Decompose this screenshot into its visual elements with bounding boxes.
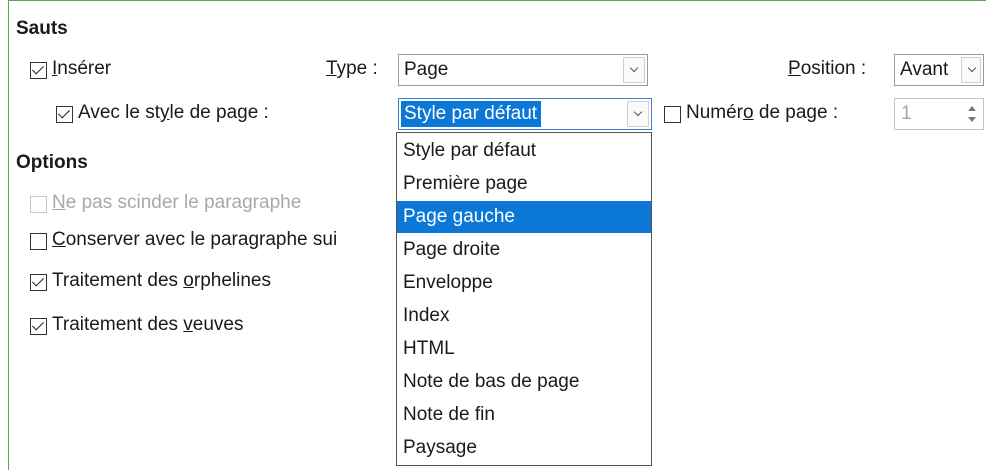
insert-checkbox[interactable] (30, 62, 47, 79)
page-style-dropdown-list[interactable]: Style par défaut Première page Page gauc… (396, 132, 652, 466)
page-number-label[interactable]: Numéro de page : (686, 102, 838, 124)
keep-paragraph-label: Ne pas scinder le paragraphe (52, 192, 302, 213)
orphans-checkbox[interactable] (30, 274, 47, 291)
insert-label[interactable]: Insérer (52, 58, 111, 80)
chevron-down-icon[interactable] (961, 57, 981, 83)
dropdown-item[interactable]: Style par défaut (397, 135, 651, 167)
chevron-down-icon[interactable] (968, 117, 976, 122)
widows-label[interactable]: Traitement des veuves (52, 314, 244, 336)
page-style-value: Style par défaut (401, 101, 542, 127)
position-label: Position : (788, 58, 867, 79)
keep-with-next-label[interactable]: Conserver avec le paragraphe sui (52, 229, 337, 251)
page-number-spinbox[interactable]: 1 (894, 98, 984, 130)
dropdown-item[interactable]: Première page (397, 168, 651, 200)
dropdown-item-highlighted[interactable]: Page gauche (397, 201, 651, 233)
position-combobox[interactable]: Avant (894, 54, 984, 86)
widows-checkbox[interactable] (30, 318, 47, 335)
page-style-combobox[interactable]: Style par défaut (398, 98, 652, 130)
dropdown-item[interactable]: Note de fin (397, 399, 651, 431)
page-number-value: 1 (901, 103, 912, 124)
options-heading: Options (16, 152, 88, 173)
spin-buttons[interactable] (961, 99, 983, 129)
dropdown-item[interactable]: Page droite (397, 234, 651, 266)
type-value: Page (404, 59, 449, 80)
position-value: Avant (900, 59, 949, 80)
type-combobox[interactable]: Page (398, 54, 648, 86)
chevron-down-icon[interactable] (623, 57, 645, 83)
page-style-label[interactable]: Avec le style de page : (78, 102, 269, 124)
dropdown-item[interactable]: Index (397, 300, 651, 332)
page-style-checkbox[interactable] (56, 106, 73, 123)
chevron-up-icon[interactable] (968, 106, 976, 111)
dropdown-item[interactable]: HTML (397, 333, 651, 365)
keep-with-next-checkbox[interactable] (30, 233, 47, 250)
type-label: Type : (326, 58, 378, 79)
orphans-label[interactable]: Traitement des orphelines (52, 270, 271, 292)
dropdown-item[interactable]: Note de bas de page (397, 366, 651, 398)
chevron-down-icon[interactable] (627, 101, 649, 127)
dropdown-item[interactable]: Enveloppe (397, 267, 651, 299)
breaks-heading: Sauts (16, 18, 68, 39)
page-number-checkbox[interactable] (664, 106, 681, 123)
dropdown-item[interactable]: Paysage (397, 432, 651, 464)
keep-paragraph-checkbox (30, 196, 47, 213)
